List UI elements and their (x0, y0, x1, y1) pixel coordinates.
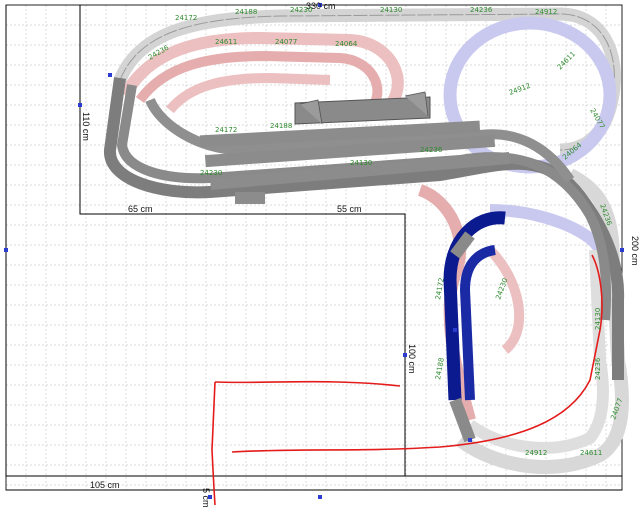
dim-middle-bottom: 55 cm (337, 204, 362, 214)
dim-bottom-width: 105 cm (90, 480, 120, 490)
track-plan-canvas[interactable]: 330 cm 110 cm 65 cm 55 cm 200 cm 100 cm … (0, 0, 640, 507)
selection-handle[interactable] (453, 328, 457, 332)
piece-code-label: 24130 (350, 159, 372, 167)
piece-code-label: 24611 (580, 449, 602, 457)
piece-code-label: 24130 (380, 6, 402, 14)
selection-handle[interactable] (468, 438, 472, 442)
selection-handle[interactable] (108, 73, 112, 77)
piece-code-label: 24236 (470, 6, 493, 14)
piece-code-label: 24172 (215, 126, 237, 134)
dim-left-height: 110 cm (81, 112, 91, 141)
selection-handle[interactable] (4, 248, 8, 252)
dim-right-height: 200 cm (630, 236, 640, 266)
piece-code-label: 24611 (215, 38, 237, 46)
piece-code-label: 24912 (525, 449, 547, 457)
track-plan-svg[interactable]: 330 cm 110 cm 65 cm 55 cm 200 cm 100 cm … (0, 0, 640, 507)
dim-left-bottom: 65 cm (128, 204, 153, 214)
dim-inner-height: 100 cm (407, 344, 417, 374)
piece-code-label: 24611 (556, 50, 577, 71)
piece-code-label: 24188 (434, 357, 446, 380)
piece-code-label: 24230 (494, 277, 509, 301)
piece-code-label: 24188 (235, 8, 257, 16)
piece-code-label: 24236 (420, 146, 443, 154)
piece-code-label: 24912 (535, 8, 557, 16)
piece-code-label: 24230 (200, 169, 222, 177)
piece-code-label: 24236 (594, 357, 602, 380)
dim-bottom-small: 5 cm (201, 488, 211, 507)
piece-code-label: 24172 (175, 14, 197, 22)
piece-code-label: 24077 (275, 38, 297, 46)
piece-code-label: 24230 (290, 6, 312, 14)
selection-handle[interactable] (620, 248, 624, 252)
piece-code-label: 24188 (270, 122, 292, 130)
piece-code-label: 24130 (594, 308, 602, 330)
track-loop-pink[interactable] (119, 31, 525, 422)
piece-code-label: 24912 (508, 82, 532, 97)
selection-handle[interactable] (78, 103, 82, 107)
selection-handle[interactable] (318, 495, 322, 499)
piece-code-label: 24064 (335, 40, 358, 48)
selection-handle[interactable] (403, 353, 407, 357)
